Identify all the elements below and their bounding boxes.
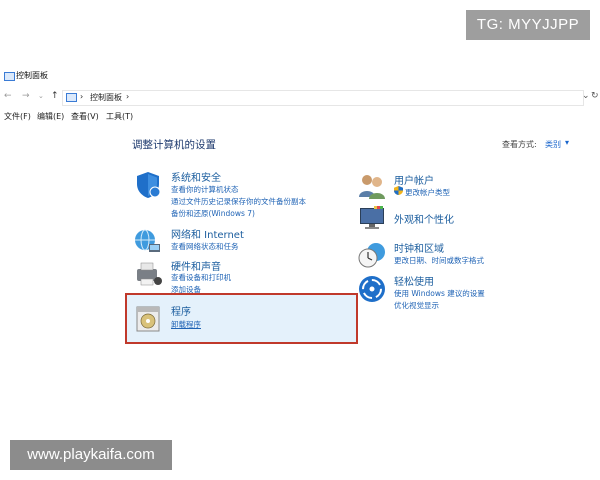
up-arrow-icon[interactable]: ↑ — [51, 91, 59, 101]
category-ease-of-access[interactable]: 轻松使用 — [394, 273, 434, 288]
watermark-tg: TG: MYYJJPP — [466, 10, 590, 40]
shield-flag-icon — [137, 172, 161, 198]
link-network-status[interactable]: 查看网络状态和任务 — [171, 241, 239, 252]
watermark-site: www.playkaifa.com — [10, 440, 172, 470]
page-title: 调整计算机的设置 — [132, 139, 216, 151]
link-file-history-backup[interactable]: 通过文件历史记录保存你的文件备份副本 — [171, 196, 306, 207]
uac-shield-icon — [394, 186, 403, 195]
category-hardware-sound[interactable]: 硬件和声音 — [171, 258, 221, 273]
control-panel-icon — [4, 72, 15, 81]
view-by-dropdown[interactable]: 类别 — [545, 139, 561, 150]
category-system-security[interactable]: 系统和安全 — [171, 169, 221, 184]
ease-of-access-icon — [359, 276, 385, 302]
view-by-caret-icon[interactable]: ▾ — [565, 138, 569, 147]
breadcrumb-separator-end[interactable]: › — [126, 92, 129, 101]
monitor-palette-icon — [360, 206, 384, 229]
address-dropdown-icon[interactable]: ⌄ — [582, 91, 590, 101]
window-title: 控制面板 — [16, 71, 48, 80]
address-control-panel-icon — [66, 93, 77, 102]
menu-edit[interactable]: 编辑(E) — [37, 111, 64, 122]
recent-chevron-icon[interactable]: ⌄ — [38, 92, 44, 100]
back-arrow-icon[interactable]: ← — [4, 91, 12, 101]
category-network-internet[interactable]: 网络和 Internet — [171, 226, 244, 241]
network-globe-icon — [135, 229, 160, 252]
category-appearance-personalization[interactable]: 外观和个性化 — [394, 211, 454, 226]
category-user-accounts[interactable]: 用户帐户 — [394, 172, 434, 187]
category-clock-region[interactable]: 时钟和区域 — [394, 240, 444, 255]
link-add-device[interactable]: 添加设备 — [171, 284, 201, 295]
view-by-label: 查看方式: — [502, 140, 537, 149]
breadcrumb-separator: › — [80, 92, 84, 101]
breadcrumb-control-panel[interactable]: 控制面板 — [90, 92, 122, 103]
link-optimize-visual-display[interactable]: 优化视觉显示 — [394, 300, 439, 311]
printer-speaker-icon — [137, 262, 162, 286]
menu-file[interactable]: 文件(F) — [4, 111, 31, 122]
link-backup-restore[interactable]: 备份和还原(Windows 7) — [171, 208, 255, 219]
category-programs[interactable]: 程序 — [171, 303, 191, 318]
link-view-computer-status[interactable]: 查看你的计算机状态 — [171, 184, 239, 195]
link-devices-printers[interactable]: 查看设备和打印机 — [171, 272, 231, 283]
programs-disc-icon — [136, 306, 160, 332]
menu-view[interactable]: 查看(V) — [71, 111, 99, 122]
address-bar[interactable] — [62, 90, 584, 106]
link-change-account-type[interactable]: 更改帐户类型 — [405, 187, 450, 198]
link-change-date-time-format[interactable]: 更改日期、时间或数字格式 — [394, 255, 484, 266]
menu-tools[interactable]: 工具(T) — [106, 111, 133, 122]
clock-globe-icon — [358, 243, 385, 268]
link-uninstall-program[interactable]: 卸载程序 — [171, 319, 201, 330]
link-windows-recommended-settings[interactable]: 使用 Windows 建议的设置 — [394, 288, 485, 299]
users-icon — [359, 175, 385, 199]
refresh-icon[interactable]: ↻ — [591, 91, 599, 101]
forward-arrow-icon[interactable]: → — [22, 91, 30, 101]
